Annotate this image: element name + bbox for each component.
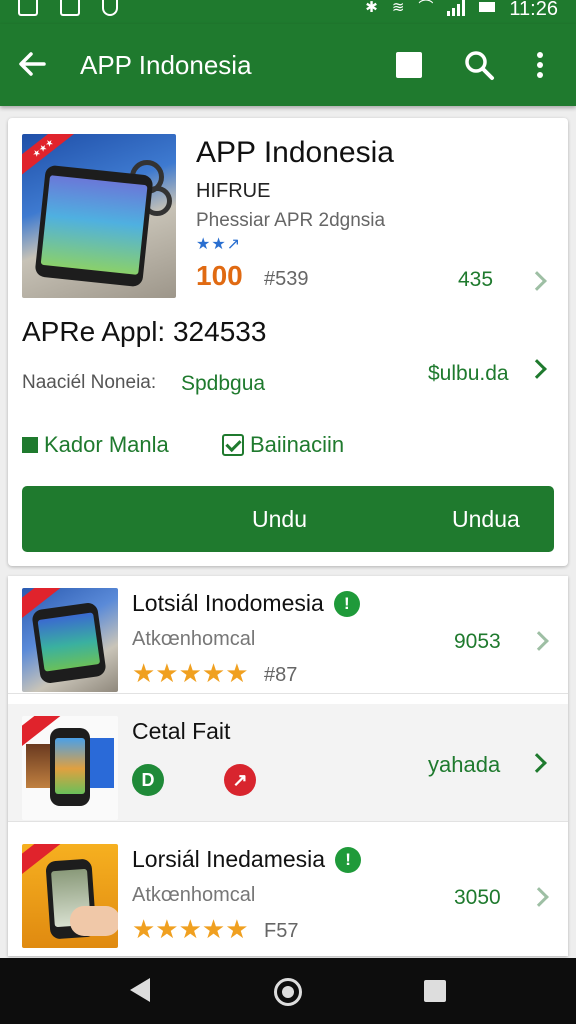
app-bar-title: APP Indonesia <box>80 50 252 80</box>
related-apps-list: Lotsiál Inodomesia ! Atkœnhomcal ★★★★★ #… <box>8 576 568 956</box>
price-link[interactable]: $ulbu.da <box>428 362 509 386</box>
rating-stars: ★★★★★ <box>132 658 249 688</box>
app-headline: APRe Appl: 324533 <box>22 316 267 347</box>
download-button[interactable]: Undu Undua <box>22 486 554 552</box>
bluetooth-icon: ✱ <box>365 0 378 16</box>
app-bar: APP Indonesia <box>0 24 576 106</box>
list-item-title-text: Lotsiál Inodomesia <box>132 590 324 616</box>
hand-image <box>70 906 118 936</box>
download-label-secondary: Undua <box>452 506 520 532</box>
location-icon <box>102 0 118 16</box>
signal-icon <box>447 0 466 16</box>
list-item-title-text: Cetal Fait <box>132 718 231 744</box>
chevron-right-icon[interactable] <box>527 753 547 773</box>
chevron-right-icon[interactable] <box>529 631 549 651</box>
clock: 11:26 <box>509 0 558 20</box>
option-label: Baiinaciin <box>250 432 345 457</box>
circle-d-icon[interactable]: D <box>132 764 164 796</box>
battery-icon <box>479 2 496 12</box>
list-item[interactable]: Cetal Fait D ↗ yahada <box>8 704 568 822</box>
back-arrow-icon[interactable] <box>14 46 50 82</box>
score-value: 100 <box>196 260 243 291</box>
chevron-right-icon[interactable] <box>527 271 547 291</box>
image-icon <box>18 0 38 16</box>
info-label: Naaciél Noneia: <box>22 372 157 393</box>
rating-stars: ★★★★★ <box>132 914 249 944</box>
rank-value: #87 <box>264 664 298 686</box>
chart-icon <box>60 0 80 16</box>
phone-image <box>34 164 154 288</box>
option-kador[interactable]: Kador Manla <box>22 432 169 458</box>
count-value: 9053 <box>454 630 501 653</box>
count-value: 435 <box>458 268 494 291</box>
verified-badge-icon: ! <box>335 846 362 873</box>
app-thumbnail <box>22 716 118 820</box>
option-checkbox[interactable]: Baiinaciin <box>222 432 344 458</box>
app-title: APP Indonesia <box>196 136 394 169</box>
square-icon[interactable] <box>396 52 422 78</box>
app-subtitle: Phessiar APR 2dgnsia <box>196 210 386 231</box>
count-value: 3050 <box>454 886 501 909</box>
circle-arrow-icon[interactable]: ↗ <box>224 764 256 796</box>
list-item-subtitle: Atkœnhomcal <box>132 884 256 906</box>
chevron-right-icon[interactable] <box>527 359 547 379</box>
list-item-title: Lotsiál Inodomesia ! <box>132 590 360 617</box>
rank-value: F57 <box>264 920 299 942</box>
phone-image <box>31 601 107 685</box>
app-detail-card: ★★★ APP Indonesia HIFRUE Phessiar APR 2d… <box>8 118 568 566</box>
rank-value: #539 <box>264 268 309 290</box>
rating-stars: ★★↗ <box>196 236 242 253</box>
list-item[interactable]: Lorsiál Inedamesia ! Atkœnhomcal ★★★★★ F… <box>8 832 568 950</box>
info-value[interactable]: Spdbgua <box>181 372 265 396</box>
verified-badge-icon: ! <box>333 590 360 617</box>
checkbox-checked-icon[interactable] <box>222 434 244 456</box>
developer-name[interactable]: HIFRUE <box>196 180 270 203</box>
chevron-right-icon[interactable] <box>529 887 549 907</box>
app-thumbnail <box>22 588 118 692</box>
system-nav-bar <box>0 958 576 1024</box>
app-thumbnail <box>22 844 118 948</box>
wifi-icon: ⌒ <box>418 0 434 16</box>
vibrate-icon: ≋ <box>391 0 405 16</box>
list-item-title-text: Lorsiál Inedamesia <box>132 846 326 872</box>
list-item-link[interactable]: yahada <box>428 752 500 778</box>
search-icon[interactable] <box>462 48 496 82</box>
phone-image <box>50 728 90 806</box>
back-triangle-icon[interactable] <box>130 978 150 1002</box>
list-item[interactable]: Lotsiál Inodomesia ! Atkœnhomcal ★★★★★ #… <box>8 576 568 694</box>
list-item-title: Lorsiál Inedamesia ! <box>132 846 362 873</box>
list-item-subtitle: Atkœnhomcal <box>132 628 256 650</box>
home-circle-icon[interactable] <box>274 978 302 1006</box>
more-icon[interactable] <box>530 50 550 82</box>
recents-square-icon[interactable] <box>424 980 446 1002</box>
option-label: Kador Manla <box>44 432 169 457</box>
app-thumbnail: ★★★ <box>22 134 176 298</box>
download-label: Undu <box>252 506 307 532</box>
filled-square-icon <box>22 437 38 453</box>
list-item-title: Cetal Fait <box>132 718 230 745</box>
status-bar: ✱ ≋ ⌒ 11:26 <box>0 0 576 24</box>
